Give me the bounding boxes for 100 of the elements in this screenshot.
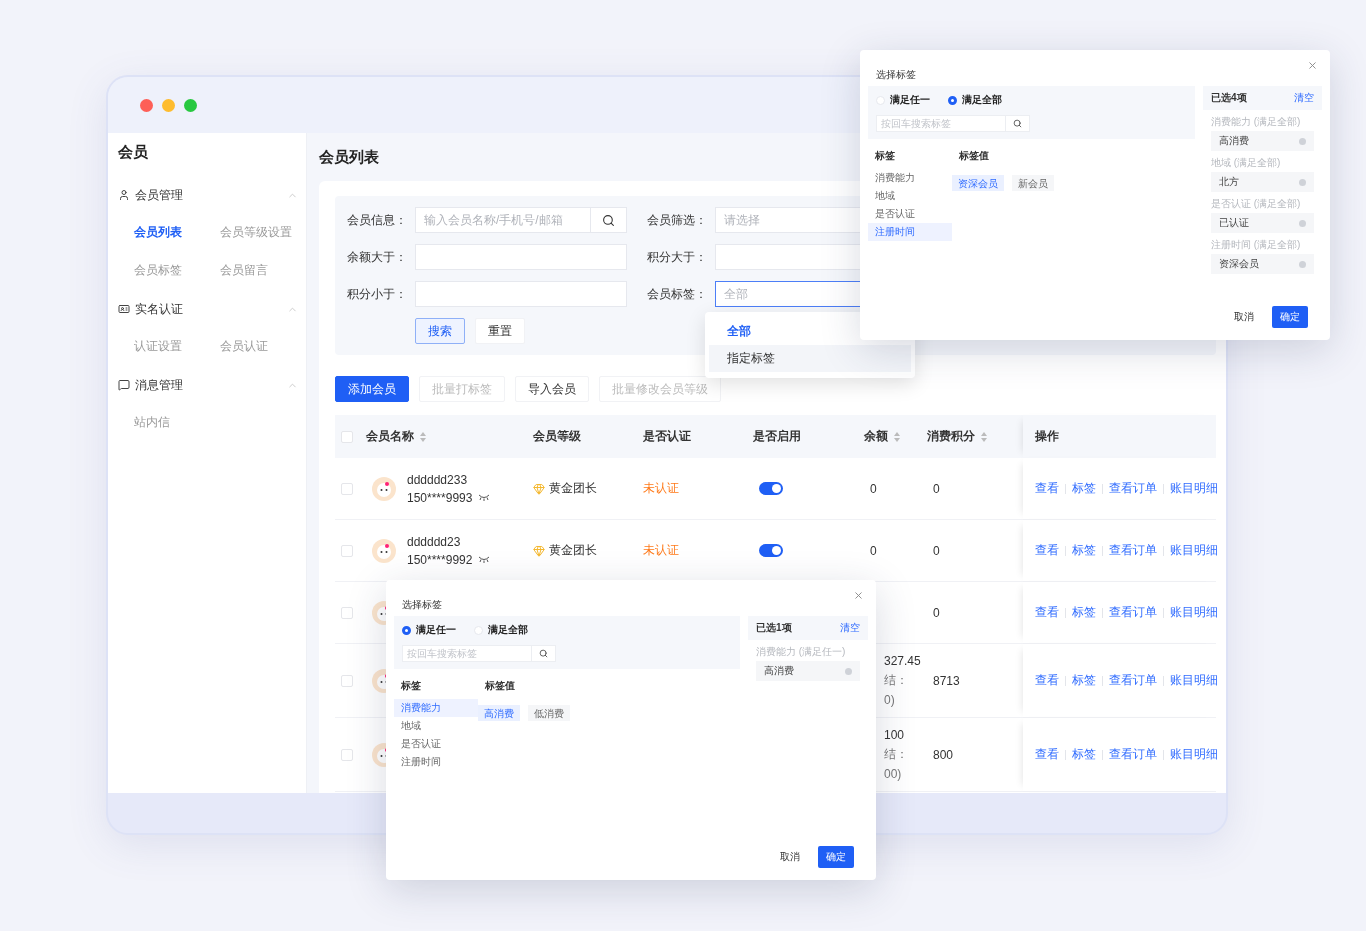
tag-list-item[interactable]: 注册时间 xyxy=(868,223,952,241)
checkbox[interactable] xyxy=(341,482,353,495)
tag-value-chip[interactable]: 高消费 xyxy=(478,705,520,721)
confirm-button[interactable]: 确定 xyxy=(1272,306,1308,328)
close-icon[interactable] xyxy=(853,590,864,601)
balance-text: 0 xyxy=(870,481,877,496)
points-value: 0 xyxy=(933,605,940,620)
sort-icon[interactable] xyxy=(894,431,900,442)
menu-group[interactable]: 消息管理 xyxy=(135,376,183,394)
close-icon[interactable] xyxy=(1307,60,1318,71)
radio[interactable] xyxy=(402,625,411,635)
tag-list-item[interactable]: 地域 xyxy=(868,187,952,205)
action-link[interactable]: 查看 xyxy=(1035,604,1059,621)
auth-status: 未认证 xyxy=(643,542,679,559)
window-control-icon[interactable] xyxy=(184,98,197,112)
action-link[interactable]: 查看订单 xyxy=(1109,542,1157,559)
toolbar-button[interactable]: 导入会员 xyxy=(515,376,589,402)
column-header: 余额 xyxy=(864,428,888,445)
action-link[interactable]: 查看订单 xyxy=(1109,672,1157,689)
action-link[interactable]: 查看订单 xyxy=(1109,480,1157,497)
clear-link[interactable]: 清空 xyxy=(1294,91,1314,105)
action-link[interactable]: 标签 xyxy=(1072,746,1096,763)
search-button[interactable] xyxy=(591,207,627,233)
action-link[interactable]: 查看 xyxy=(1035,672,1059,689)
checkbox[interactable] xyxy=(341,748,353,761)
input-field[interactable]: 输入会员名称/手机号/邮箱 xyxy=(415,207,591,233)
menu-item[interactable]: 站内信 xyxy=(134,403,220,441)
menu-item[interactable]: 会员留言 xyxy=(220,251,306,289)
remove-icon[interactable] xyxy=(845,667,852,675)
action-link[interactable]: 查看 xyxy=(1035,480,1059,497)
action-link[interactable]: 标签 xyxy=(1072,542,1096,559)
radio-label: 满足全部 xyxy=(962,93,1002,107)
toggle-switch[interactable] xyxy=(759,482,783,495)
tag-value-chip[interactable]: 新会员 xyxy=(1012,175,1054,191)
confirm-button[interactable]: 确定 xyxy=(818,846,854,868)
remove-icon[interactable] xyxy=(1299,260,1306,268)
radio[interactable] xyxy=(948,95,957,105)
menu-item[interactable]: 会员认证 xyxy=(220,327,306,365)
action-link[interactable]: 账目明细 xyxy=(1170,746,1218,763)
sort-icon[interactable] xyxy=(981,431,987,442)
tag-list-item[interactable]: 消费能力 xyxy=(868,169,952,187)
action-link[interactable]: 账目明细 xyxy=(1170,480,1218,497)
balance-text: 结： xyxy=(884,672,909,689)
window-control-icon[interactable] xyxy=(162,98,175,112)
clear-link[interactable]: 清空 xyxy=(840,621,860,635)
remove-icon[interactable] xyxy=(1299,178,1306,186)
menu-group[interactable]: 实名认证 xyxy=(135,300,183,318)
input-field[interactable] xyxy=(415,281,627,307)
member-phone: 150****9993 xyxy=(407,490,473,505)
tag-list-item[interactable]: 是否认证 xyxy=(394,735,478,753)
gem-icon xyxy=(533,544,545,557)
menu-item[interactable]: 会员等级设置 xyxy=(220,213,306,251)
tag-list-item[interactable]: 地域 xyxy=(394,717,478,735)
balance-text: 327.45 xyxy=(884,654,921,668)
action-link[interactable]: 查看 xyxy=(1035,746,1059,763)
search-button[interactable] xyxy=(1006,115,1030,132)
action-link[interactable]: 账目明细 xyxy=(1170,672,1218,689)
selected-count: 已选4项 xyxy=(1211,91,1247,105)
checkbox[interactable] xyxy=(341,430,353,443)
search-button[interactable] xyxy=(532,645,556,662)
action-link[interactable]: 账目明细 xyxy=(1170,542,1218,559)
tag-value-chip[interactable]: 资深会员 xyxy=(952,175,1004,191)
group-icon xyxy=(118,379,130,391)
remove-icon[interactable] xyxy=(1299,137,1306,145)
dropdown-option[interactable]: 指定标签 xyxy=(709,345,911,372)
selected-tag-text: 已认证 xyxy=(1219,216,1249,230)
toggle-switch[interactable] xyxy=(759,544,783,557)
sort-icon[interactable] xyxy=(420,431,426,442)
column-header: 标签值 xyxy=(484,679,515,693)
menu-item[interactable]: 会员列表 xyxy=(134,213,220,251)
field-label: 会员信息： xyxy=(346,211,407,229)
tag-list-item[interactable]: 注册时间 xyxy=(394,753,478,771)
action-link[interactable]: 查看 xyxy=(1035,542,1059,559)
action-link[interactable]: 查看订单 xyxy=(1109,746,1157,763)
field-label: 会员筛选： xyxy=(646,211,707,229)
input-field[interactable] xyxy=(415,244,627,270)
member-name: dddddd23 xyxy=(407,534,462,549)
filter-button[interactable]: 重置 xyxy=(475,318,525,344)
checkbox[interactable] xyxy=(341,544,353,557)
tag-list-item[interactable]: 消费能力 xyxy=(394,699,478,717)
tag-value-chip[interactable]: 低消费 xyxy=(528,705,570,721)
action-link[interactable]: 标签 xyxy=(1072,604,1096,621)
menu-group[interactable]: 会员管理 xyxy=(135,186,183,204)
toolbar-button[interactable]: 添加会员 xyxy=(335,376,409,402)
window-control-icon[interactable] xyxy=(140,98,153,112)
filter-button[interactable]: 搜索 xyxy=(415,318,465,344)
checkbox[interactable] xyxy=(341,606,353,619)
action-link[interactable]: 账目明细 xyxy=(1170,604,1218,621)
gem-icon xyxy=(533,482,545,495)
remove-icon[interactable] xyxy=(1299,219,1306,227)
action-link[interactable]: 查看订单 xyxy=(1109,604,1157,621)
menu-item[interactable]: 认证设置 xyxy=(134,327,220,365)
menu-item[interactable]: 会员标签 xyxy=(134,251,220,289)
eye-closed-icon[interactable] xyxy=(478,556,491,563)
checkbox[interactable] xyxy=(341,674,353,687)
eye-closed-icon[interactable] xyxy=(478,494,491,501)
action-link[interactable]: 标签 xyxy=(1072,672,1096,689)
action-link[interactable]: 标签 xyxy=(1072,480,1096,497)
member-level: 黄金团长 xyxy=(549,542,597,559)
column-header: 是否启用 xyxy=(753,428,801,445)
